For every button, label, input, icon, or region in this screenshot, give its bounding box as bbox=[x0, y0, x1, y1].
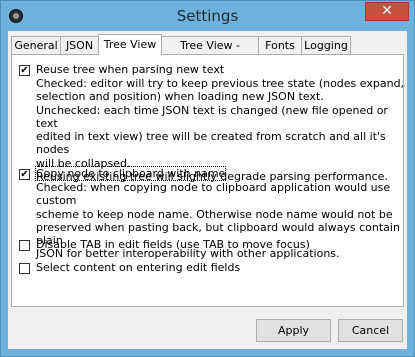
reuse-tree-label: Reuse tree when parsing new text bbox=[36, 63, 225, 76]
copy-node-checkbox[interactable]: ✔ bbox=[19, 169, 30, 180]
title-bar[interactable]: Settings ✕ bbox=[1, 1, 414, 31]
tab-fonts[interactable]: Fonts bbox=[258, 36, 302, 54]
tab-general[interactable]: General bbox=[11, 36, 61, 54]
tree-view-panel: ✔ Reuse tree when parsing new text Check… bbox=[11, 54, 404, 307]
copy-node-label: Copy node to clipboard with name bbox=[34, 166, 227, 181]
window-title: Settings bbox=[176, 7, 239, 25]
tab-tree-view[interactable]: Tree View bbox=[98, 34, 162, 55]
tab-json[interactable]: JSON bbox=[60, 36, 99, 54]
settings-window: Settings ✕ General JSON Tree View Tree V… bbox=[0, 0, 415, 357]
select-content-checkbox[interactable] bbox=[19, 263, 30, 274]
reuse-tree-checkbox[interactable]: ✔ bbox=[19, 65, 30, 76]
tab-logging[interactable]: Logging bbox=[301, 36, 351, 54]
close-button[interactable]: ✕ bbox=[365, 2, 409, 21]
select-content-label: Select content on entering edit fields bbox=[36, 261, 241, 274]
disable-tab-checkbox[interactable] bbox=[19, 240, 30, 251]
tab-tree-view-colors[interactable]: Tree View - Colors bbox=[161, 36, 259, 69]
cancel-button[interactable]: Cancel bbox=[338, 319, 403, 342]
disable-tab-label: Disable TAB in edit fields (use TAB to m… bbox=[36, 238, 310, 251]
dialog-body: General JSON Tree View Tree View - Color… bbox=[8, 31, 407, 349]
apply-button[interactable]: Apply bbox=[256, 319, 331, 342]
